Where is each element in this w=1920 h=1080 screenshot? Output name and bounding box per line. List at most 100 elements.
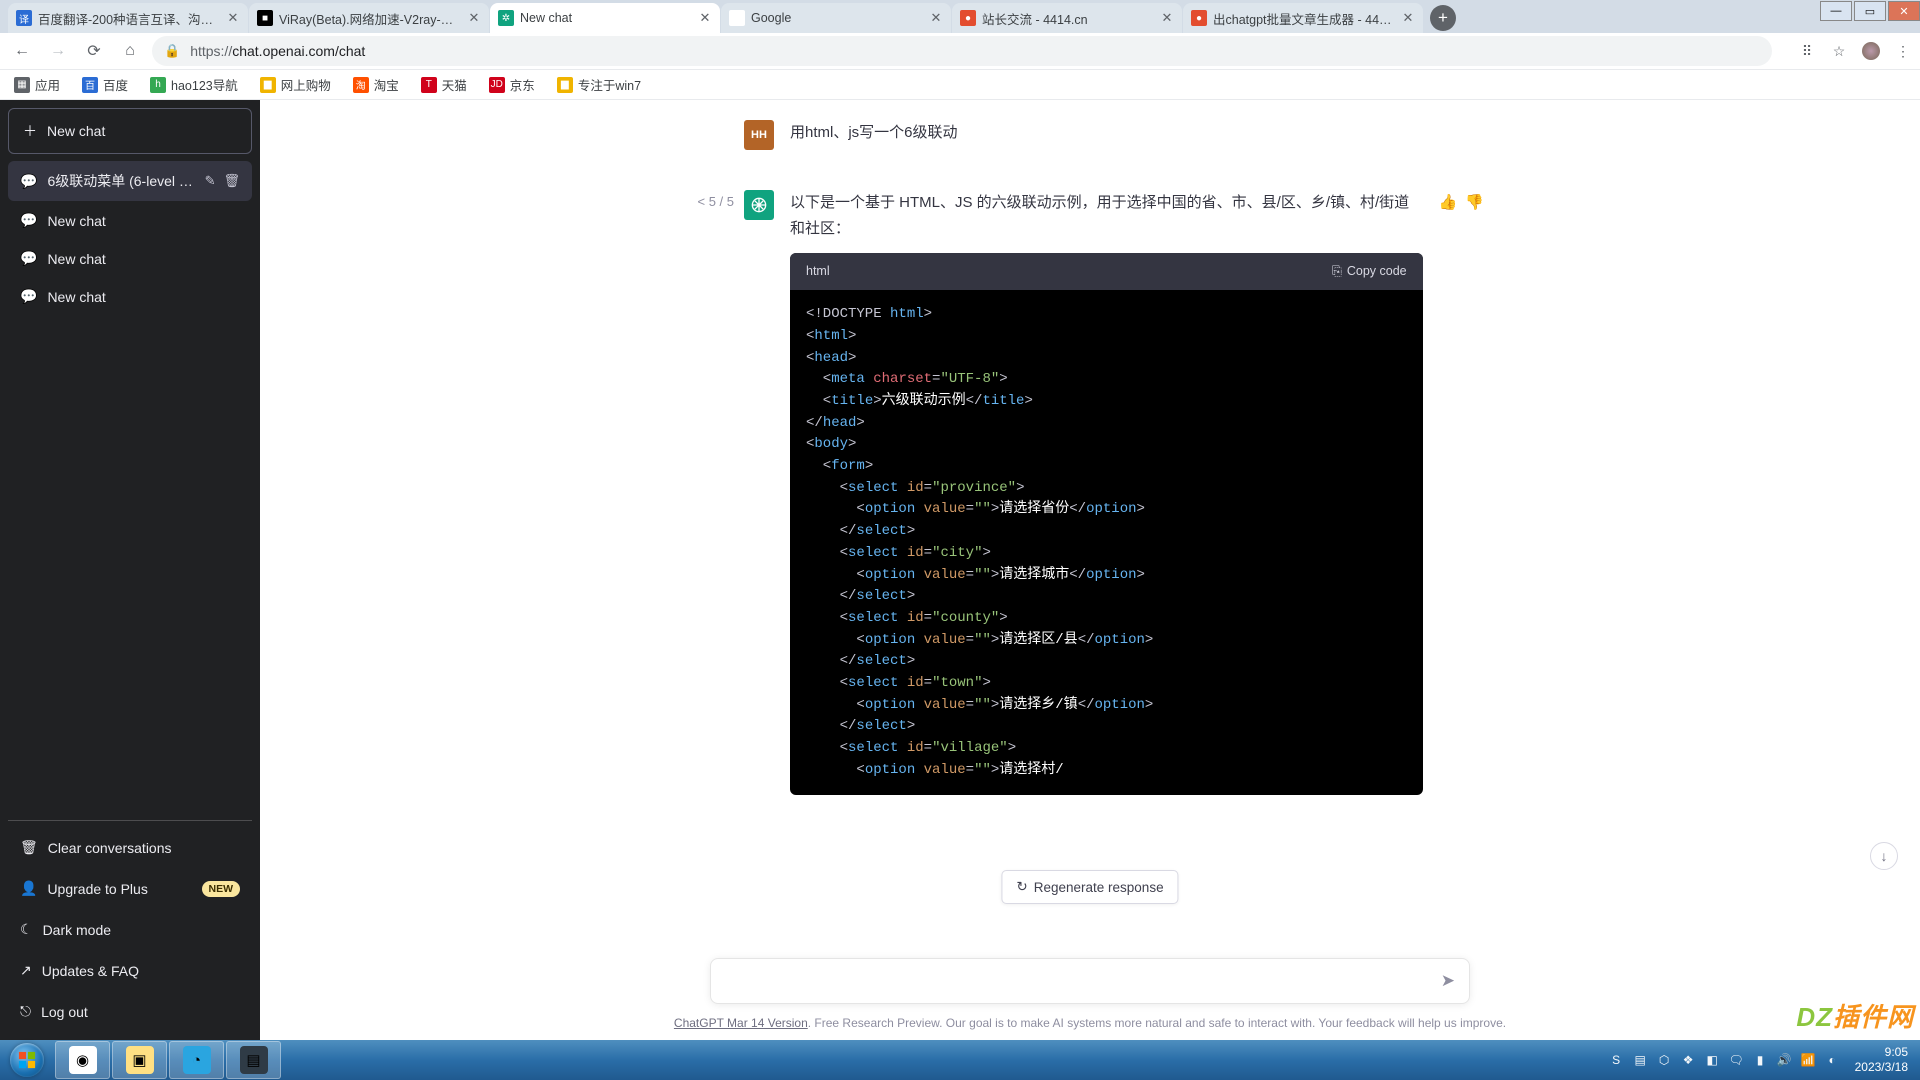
chat-input[interactable]: ➤ — [710, 958, 1470, 1004]
dark-mode-button[interactable]: ☾ Dark mode — [8, 909, 252, 950]
tab-title: 站长交流 - 4414.cn — [982, 9, 1154, 28]
nav-forward-button[interactable]: → — [44, 37, 72, 65]
message-row-user: HH 用html、js写一个6级联动 — [260, 100, 1920, 170]
sidebar-chat-item[interactable]: 💬New chat — [8, 278, 252, 315]
taskbar-clock[interactable]: 9:05 2023/3/18 — [1849, 1045, 1914, 1075]
new-chat-label: New chat — [47, 123, 105, 139]
chat-item-label: 6级联动菜单 (6-level link — [47, 171, 194, 191]
taskbar-app-chrome[interactable]: ◉ — [55, 1041, 110, 1079]
logout-button[interactable]: ⎋ Log out — [8, 991, 252, 1032]
plus-icon: ＋ — [23, 121, 37, 141]
taskbar-app-app-dark[interactable]: ▤ — [226, 1041, 281, 1079]
bookmark-item[interactable]: ▆专注于win7 — [553, 72, 645, 97]
nav-reload-button[interactable]: ⟳ — [80, 37, 108, 65]
edit-icon[interactable]: ✎ — [205, 173, 216, 189]
browser-tab[interactable]: 译百度翻译-200种语言互译、沟通...✕ — [8, 3, 248, 33]
sidebar-chat-item[interactable]: 💬6级联动菜单 (6-level link✎🗑 — [8, 161, 252, 201]
chat-bubble-icon: 💬 — [20, 212, 37, 229]
clock-date: 2023/3/18 — [1855, 1060, 1908, 1075]
tray-icon[interactable]: 🗨 — [1728, 1052, 1745, 1069]
clear-conversations-button[interactable]: 🗑 Clear conversations — [8, 827, 252, 868]
browser-tab[interactable]: ●出chatgpt批量文章生成器 - 441...✕ — [1183, 3, 1423, 33]
bookmark-favicon-icon: 百 — [82, 77, 98, 93]
trash-icon[interactable]: 🗑 — [223, 173, 240, 189]
code-header: html ⎘ Copy code — [790, 253, 1423, 290]
chrome-menu-icon[interactable]: ⋮ — [1894, 42, 1912, 60]
bookmark-star-icon[interactable]: ☆ — [1830, 42, 1848, 60]
taskbar-app-app-blue[interactable]: ◔ — [169, 1041, 224, 1079]
user-message-text: 用html、js写一个6级联动 — [790, 120, 1468, 150]
copy-code-button[interactable]: ⎘ Copy code — [1332, 261, 1407, 282]
bookmark-item[interactable]: ▦应用 — [10, 72, 64, 97]
url-field[interactable]: 🔒 https://chat.openai.com/chat — [152, 36, 1772, 66]
browser-tab[interactable]: ✲New chat✕ — [490, 3, 720, 33]
send-button[interactable]: ➤ — [1441, 971, 1455, 991]
watermark-part2: 插件网 — [1833, 1002, 1914, 1032]
tab-close-icon[interactable]: ✕ — [698, 11, 712, 25]
bookmark-item[interactable]: JD京东 — [485, 72, 539, 97]
scroll-to-bottom-button[interactable]: ↓ — [1870, 842, 1898, 870]
bookmark-item[interactable]: 淘淘宝 — [349, 72, 403, 97]
new-tab-button[interactable]: + — [1430, 5, 1456, 31]
bookmark-item[interactable]: 百百度 — [78, 72, 132, 97]
bookmark-item[interactable]: T天猫 — [417, 72, 471, 97]
upgrade-label: Upgrade to Plus — [47, 881, 147, 897]
tray-icon[interactable]: 📶 — [1800, 1052, 1817, 1069]
new-chat-button[interactable]: ＋ New chat — [8, 108, 252, 154]
bookmark-label: 京东 — [510, 75, 535, 94]
tray-icon[interactable]: ❖ — [1680, 1052, 1697, 1069]
profile-avatar-icon[interactable] — [1862, 42, 1880, 60]
nav-home-button[interactable]: ⌂ — [116, 37, 144, 65]
nav-back-button[interactable]: ← — [8, 37, 36, 65]
bookmark-favicon-icon: T — [421, 77, 437, 93]
regenerate-response-button[interactable]: ↻ Regenerate response — [1001, 870, 1178, 904]
tab-favicon-icon: G — [729, 10, 745, 26]
tab-close-icon[interactable]: ✕ — [226, 11, 240, 25]
message-indicator[interactable]: < 5 / 5 — [696, 190, 744, 209]
bookmark-label: 淘宝 — [374, 75, 399, 94]
tab-close-icon[interactable]: ✕ — [1401, 11, 1415, 25]
tray-icon[interactable]: S — [1608, 1052, 1625, 1069]
watermark-part1: DZ — [1796, 1002, 1833, 1032]
chat-scroll[interactable]: HH 用html、js写一个6级联动 < 5 / 5 — [260, 100, 1920, 944]
tab-close-icon[interactable]: ✕ — [1160, 11, 1174, 25]
bookmark-favicon-icon: ▆ — [260, 77, 276, 93]
sidebar-chat-item[interactable]: 💬New chat — [8, 202, 252, 239]
translate-icon[interactable]: ⠿ — [1798, 42, 1816, 60]
user-avatar: HH — [744, 120, 774, 150]
tray-icon[interactable]: ⬡ — [1656, 1052, 1673, 1069]
bookmark-item[interactable]: ▆网上购物 — [256, 72, 335, 97]
tray-icon[interactable]: ◐ — [1824, 1052, 1841, 1069]
updates-faq-label: Updates & FAQ — [42, 963, 139, 979]
chevron-down-icon: ↓ — [1881, 848, 1888, 864]
tray-icon[interactable]: ▤ — [1632, 1052, 1649, 1069]
window-maximize-button[interactable]: ▭ — [1854, 1, 1886, 21]
dark-mode-label: Dark mode — [43, 922, 111, 938]
window-close-button[interactable]: ✕ — [1888, 1, 1920, 21]
tab-close-icon[interactable]: ✕ — [929, 11, 943, 25]
bookmark-label: 专注于win7 — [578, 75, 641, 94]
upgrade-to-plus-button[interactable]: 👤 Upgrade to Plus NEW — [8, 868, 252, 909]
sidebar-chat-item[interactable]: 💬New chat — [8, 240, 252, 277]
tray-icon[interactable]: ▮ — [1752, 1052, 1769, 1069]
version-link[interactable]: ChatGPT Mar 14 Version — [674, 1016, 808, 1030]
copy-code-label: Copy code — [1347, 261, 1407, 282]
bookmark-label: hao123导航 — [171, 75, 238, 94]
bookmark-item[interactable]: h hao123导航 — [146, 72, 242, 97]
browser-tab[interactable]: ■ViRay(Beta).网络加速-V2ray-Cl...✕ — [249, 3, 489, 33]
taskbar-app-explorer[interactable]: ▣ — [112, 1041, 167, 1079]
updates-faq-button[interactable]: ↗ Updates & FAQ — [8, 950, 252, 991]
tab-title: ViRay(Beta).网络加速-V2ray-Cl... — [279, 9, 461, 28]
thumbs-down-icon[interactable]: 👎 — [1465, 193, 1484, 211]
start-button[interactable] — [0, 1040, 54, 1080]
tray-icon[interactable]: 🔊 — [1776, 1052, 1793, 1069]
tray-icon[interactable]: ◧ — [1704, 1052, 1721, 1069]
logout-icon: ⎋ — [20, 1003, 31, 1020]
thumbs-up-icon[interactable]: 👍 — [1439, 193, 1458, 211]
window-minimize-button[interactable]: — — [1820, 1, 1852, 21]
browser-tab[interactable]: ●站长交流 - 4414.cn✕ — [952, 3, 1182, 33]
browser-tab[interactable]: GGoogle✕ — [721, 3, 951, 33]
bookmark-favicon-icon: h — [150, 77, 166, 93]
chat-item-label: New chat — [47, 251, 240, 267]
tab-close-icon[interactable]: ✕ — [467, 11, 481, 25]
